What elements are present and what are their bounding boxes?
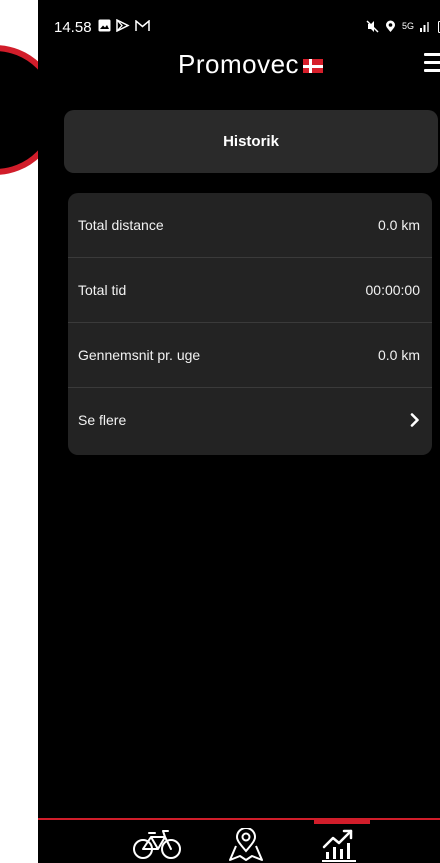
mail-icon	[135, 19, 150, 31]
stat-label: Total tid	[78, 282, 127, 298]
see-more-row[interactable]: Se flere	[68, 388, 432, 452]
stat-row-total-distance: Total distance 0.0 km	[68, 193, 432, 258]
play-icon	[116, 19, 130, 32]
stat-value: 00:00:00	[365, 282, 421, 298]
stats-card: Total distance 0.0 km Total tid 00:00:00…	[68, 193, 432, 455]
status-bar: 14.58 5G	[38, 0, 440, 40]
map-pin-icon[interactable]	[226, 828, 266, 862]
status-right-icons: 5G	[366, 19, 440, 33]
mute-icon	[366, 19, 379, 33]
logo-text: Promovec	[178, 49, 300, 79]
signal-icon	[420, 22, 429, 32]
app-header: Promovec	[38, 46, 440, 86]
stat-row-total-time: Total tid 00:00:00	[68, 258, 432, 323]
phone-screen: 14.58 5G Promovec Historik Total distanc…	[38, 0, 440, 863]
active-tab-indicator	[314, 818, 370, 824]
hamburger-menu-icon[interactable]	[424, 53, 440, 73]
bottom-nav-divider	[38, 818, 440, 820]
danish-flag-icon	[303, 59, 324, 73]
stat-label: Total distance	[78, 217, 164, 233]
page-title: Historik	[223, 133, 279, 150]
stat-label: Gennemsnit pr. uge	[78, 347, 201, 363]
stats-chart-icon[interactable]	[320, 828, 360, 862]
status-left-icons	[98, 19, 150, 32]
promovec-logo: Promovec	[178, 49, 324, 80]
stat-value: 0.0 km	[377, 347, 420, 363]
status-time: 14.58	[54, 19, 92, 36]
bicycle-icon[interactable]	[132, 828, 182, 860]
stat-value: 0.0 km	[377, 217, 420, 233]
location-icon	[385, 20, 395, 32]
see-more-label: Se flere	[78, 412, 127, 428]
history-title-card: Historik	[64, 110, 438, 173]
screen: 14.58 5G Promovec Historik Total distanc…	[0, 0, 440, 863]
image-icon	[98, 19, 111, 32]
stat-row-weekly-average: Gennemsnit pr. uge 0.0 km	[68, 323, 432, 388]
chevron-right-icon	[410, 413, 419, 427]
5g-icon: 5G	[401, 21, 414, 31]
